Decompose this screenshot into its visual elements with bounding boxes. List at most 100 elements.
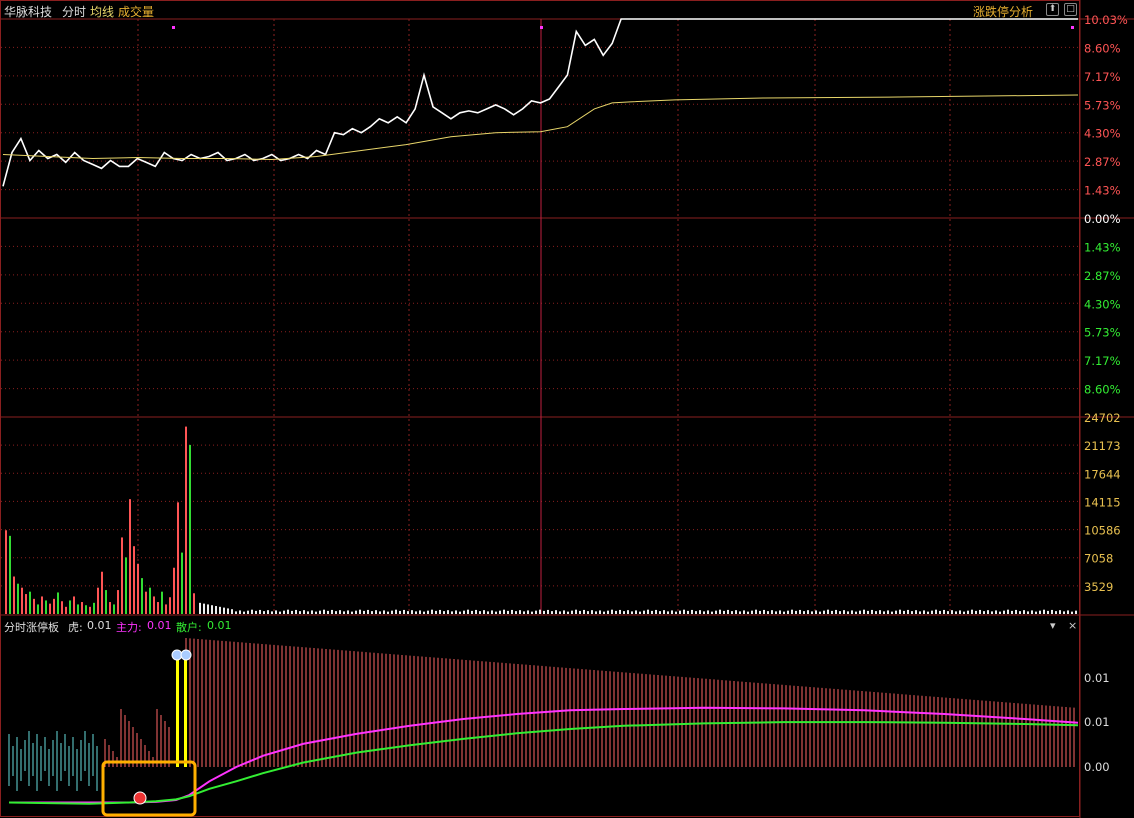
volume-bar — [531, 611, 533, 614]
price-axis-label: 1.43% — [1084, 184, 1121, 198]
volume-bar — [149, 587, 151, 614]
volume-bar — [193, 593, 195, 614]
limit-signal-bar — [184, 656, 187, 767]
volume-bar — [153, 596, 155, 614]
volume-bar — [667, 611, 669, 614]
volume-bar — [499, 610, 501, 614]
volume-bar — [607, 610, 609, 614]
volume-bar — [383, 610, 385, 614]
price-axis-label: 5.73% — [1084, 98, 1121, 112]
volume-bar — [583, 609, 585, 614]
volume-bar — [1019, 611, 1021, 614]
volume-bar — [443, 611, 445, 614]
volume-bar — [267, 610, 269, 614]
volume-bar — [955, 611, 957, 614]
volume-bar — [395, 609, 397, 614]
volume-bar — [767, 611, 769, 614]
volume-bar — [13, 576, 15, 614]
volume-bar — [799, 609, 801, 614]
volume-bar — [299, 611, 301, 614]
volume-bar — [335, 611, 337, 614]
volume-bar — [1011, 610, 1013, 614]
volume-bar — [145, 591, 147, 614]
volume-bar — [17, 583, 19, 614]
volume-bar — [503, 609, 505, 614]
volume-bar — [679, 610, 681, 614]
tiger-label: 虎: — [68, 621, 83, 634]
volume-bar — [751, 610, 753, 614]
volume-bar — [121, 537, 123, 614]
volume-bar — [847, 611, 849, 614]
highlight-box — [101, 760, 197, 817]
volume-bar — [791, 609, 793, 614]
volume-bar — [1003, 610, 1005, 614]
price-axis-label: 4.30% — [1084, 297, 1121, 311]
volume-bar — [859, 610, 861, 614]
volume-bar — [105, 590, 107, 614]
volume-bar — [5, 530, 7, 614]
volume-bar — [939, 610, 941, 614]
volume-bar — [307, 611, 309, 614]
chart-frame — [0, 0, 1080, 817]
price-axis-label: 2.87% — [1084, 269, 1121, 283]
volume-bar — [173, 567, 175, 614]
volume-bar — [827, 609, 829, 614]
volume-bar — [1015, 609, 1017, 614]
volume-bar — [747, 611, 749, 614]
volume-bar — [995, 610, 997, 614]
volume-bar — [415, 611, 417, 614]
volume-bar — [647, 609, 649, 614]
volume-bar — [219, 606, 221, 614]
volume-bar — [291, 610, 293, 614]
limit-analysis-link[interactable]: 涨跌停分析 — [973, 3, 1033, 20]
volume-bar — [177, 502, 179, 614]
expand-up-icon[interactable]: ⬆ — [1046, 3, 1059, 16]
volume-bar — [519, 610, 521, 614]
volume-bar — [235, 611, 237, 614]
volume-bar — [1067, 610, 1069, 614]
volume-bar — [923, 610, 925, 614]
volume-bar — [539, 609, 541, 614]
volume-bar — [295, 609, 297, 614]
volume-bar — [89, 606, 91, 614]
volume-bar — [109, 602, 111, 614]
volume-bar — [683, 609, 685, 614]
volume-bar — [599, 610, 601, 614]
volume-bar — [651, 610, 653, 614]
volume-bar — [85, 605, 87, 614]
volume-bar — [927, 611, 929, 614]
volume-bar — [53, 598, 55, 614]
volume-bar — [823, 610, 825, 614]
volume-bar — [723, 610, 725, 614]
tab-intraday[interactable]: 分时 — [62, 3, 86, 20]
volume-bar — [251, 609, 253, 614]
volume-bar — [1063, 611, 1065, 614]
indicator-menu-icon[interactable]: ▾ — [1050, 619, 1056, 632]
volume-bar — [411, 610, 413, 614]
retail-label: 散户: — [176, 621, 202, 634]
volume-bar — [379, 611, 381, 614]
volume-bar — [627, 610, 629, 614]
volume-bar — [1059, 610, 1061, 614]
volume-bar — [475, 609, 477, 614]
indicator-name[interactable]: 分时涨停板 — [4, 619, 59, 635]
volume-bar — [507, 610, 509, 614]
volume-bar — [327, 610, 329, 614]
signal-dot-icon — [133, 791, 147, 805]
indicator-close-icon[interactable]: × — [1068, 619, 1077, 632]
volume-bar — [811, 611, 813, 614]
volume-bar — [165, 604, 167, 614]
volume-bar — [967, 610, 969, 614]
volume-bar — [215, 606, 217, 614]
volume-bar — [1043, 609, 1045, 614]
volume-bar — [1047, 610, 1049, 614]
volume-bar — [935, 609, 937, 614]
volume-bar — [367, 609, 369, 614]
volume-bar — [839, 611, 841, 614]
volume-bar — [655, 609, 657, 614]
window-toggle-icon[interactable]: □ — [1064, 3, 1077, 16]
volume-bar — [351, 611, 353, 614]
volume-bar — [363, 610, 365, 614]
volume-bar — [1031, 610, 1033, 614]
volume-bar — [331, 609, 333, 614]
